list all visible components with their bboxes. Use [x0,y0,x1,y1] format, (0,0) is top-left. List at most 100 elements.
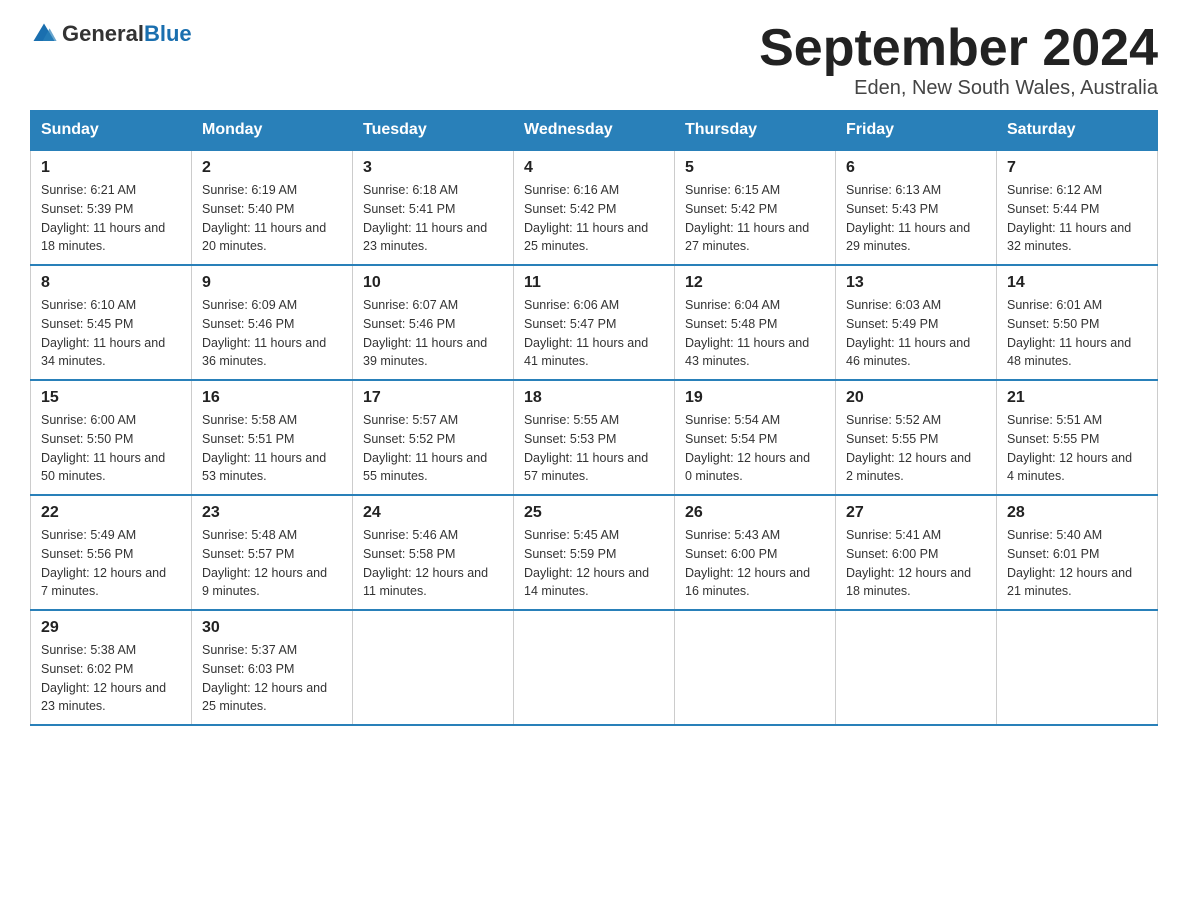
weekday-header-thursday: Thursday [675,111,836,151]
day-info: Sunrise: 6:09 AM Sunset: 5:46 PM Dayligh… [202,296,342,371]
day-number: 18 [524,389,664,407]
calendar-cell: 10 Sunrise: 6:07 AM Sunset: 5:46 PM Dayl… [353,265,514,380]
day-info: Sunrise: 6:21 AM Sunset: 5:39 PM Dayligh… [41,181,181,256]
day-info: Sunrise: 5:43 AM Sunset: 6:00 PM Dayligh… [685,526,825,601]
calendar-cell: 30 Sunrise: 5:37 AM Sunset: 6:03 PM Dayl… [192,610,353,725]
weekday-header-friday: Friday [836,111,997,151]
day-info: Sunrise: 5:41 AM Sunset: 6:00 PM Dayligh… [846,526,986,601]
title-block: September 2024 Eden, New South Wales, Au… [759,20,1158,100]
day-number: 6 [846,159,986,177]
day-number: 24 [363,504,503,522]
day-info: Sunrise: 6:06 AM Sunset: 5:47 PM Dayligh… [524,296,664,371]
day-number: 16 [202,389,342,407]
day-number: 5 [685,159,825,177]
day-number: 30 [202,619,342,637]
day-info: Sunrise: 5:40 AM Sunset: 6:01 PM Dayligh… [1007,526,1147,601]
day-info: Sunrise: 5:49 AM Sunset: 5:56 PM Dayligh… [41,526,181,601]
calendar-cell: 8 Sunrise: 6:10 AM Sunset: 5:45 PM Dayli… [31,265,192,380]
day-number: 25 [524,504,664,522]
day-info: Sunrise: 5:57 AM Sunset: 5:52 PM Dayligh… [363,411,503,486]
calendar-cell: 1 Sunrise: 6:21 AM Sunset: 5:39 PM Dayli… [31,150,192,265]
day-number: 14 [1007,274,1147,292]
day-info: Sunrise: 5:58 AM Sunset: 5:51 PM Dayligh… [202,411,342,486]
day-number: 17 [363,389,503,407]
calendar-cell: 23 Sunrise: 5:48 AM Sunset: 5:57 PM Dayl… [192,495,353,610]
calendar-cell: 25 Sunrise: 5:45 AM Sunset: 5:59 PM Dayl… [514,495,675,610]
day-info: Sunrise: 5:55 AM Sunset: 5:53 PM Dayligh… [524,411,664,486]
day-number: 8 [41,274,181,292]
calendar-cell: 22 Sunrise: 5:49 AM Sunset: 5:56 PM Dayl… [31,495,192,610]
day-info: Sunrise: 5:45 AM Sunset: 5:59 PM Dayligh… [524,526,664,601]
day-info: Sunrise: 6:03 AM Sunset: 5:49 PM Dayligh… [846,296,986,371]
calendar-cell: 28 Sunrise: 5:40 AM Sunset: 6:01 PM Dayl… [997,495,1158,610]
day-info: Sunrise: 6:16 AM Sunset: 5:42 PM Dayligh… [524,181,664,256]
day-info: Sunrise: 6:18 AM Sunset: 5:41 PM Dayligh… [363,181,503,256]
day-number: 29 [41,619,181,637]
day-info: Sunrise: 5:48 AM Sunset: 5:57 PM Dayligh… [202,526,342,601]
location-title: Eden, New South Wales, Australia [759,77,1158,100]
calendar-cell: 2 Sunrise: 6:19 AM Sunset: 5:40 PM Dayli… [192,150,353,265]
calendar-cell: 29 Sunrise: 5:38 AM Sunset: 6:02 PM Dayl… [31,610,192,725]
day-number: 27 [846,504,986,522]
logo-icon [30,20,58,48]
day-number: 21 [1007,389,1147,407]
day-number: 12 [685,274,825,292]
day-info: Sunrise: 6:13 AM Sunset: 5:43 PM Dayligh… [846,181,986,256]
day-info: Sunrise: 5:46 AM Sunset: 5:58 PM Dayligh… [363,526,503,601]
day-number: 10 [363,274,503,292]
day-number: 3 [363,159,503,177]
calendar-cell: 15 Sunrise: 6:00 AM Sunset: 5:50 PM Dayl… [31,380,192,495]
calendar-table: SundayMondayTuesdayWednesdayThursdayFrid… [30,110,1158,726]
calendar-cell: 9 Sunrise: 6:09 AM Sunset: 5:46 PM Dayli… [192,265,353,380]
calendar-cell [353,610,514,725]
day-number: 2 [202,159,342,177]
calendar-cell: 12 Sunrise: 6:04 AM Sunset: 5:48 PM Dayl… [675,265,836,380]
day-info: Sunrise: 6:10 AM Sunset: 5:45 PM Dayligh… [41,296,181,371]
calendar-cell: 5 Sunrise: 6:15 AM Sunset: 5:42 PM Dayli… [675,150,836,265]
weekday-header-sunday: Sunday [31,111,192,151]
logo-text-blue: Blue [144,21,192,46]
calendar-cell [514,610,675,725]
weekday-header-row: SundayMondayTuesdayWednesdayThursdayFrid… [31,111,1158,151]
logo-text-general: General [62,21,144,46]
day-info: Sunrise: 5:54 AM Sunset: 5:54 PM Dayligh… [685,411,825,486]
calendar-cell: 18 Sunrise: 5:55 AM Sunset: 5:53 PM Dayl… [514,380,675,495]
calendar-week-row: 8 Sunrise: 6:10 AM Sunset: 5:45 PM Dayli… [31,265,1158,380]
page-header: GeneralBlue September 2024 Eden, New Sou… [30,20,1158,100]
calendar-cell [997,610,1158,725]
day-info: Sunrise: 6:12 AM Sunset: 5:44 PM Dayligh… [1007,181,1147,256]
calendar-cell: 20 Sunrise: 5:52 AM Sunset: 5:55 PM Dayl… [836,380,997,495]
calendar-cell: 4 Sunrise: 6:16 AM Sunset: 5:42 PM Dayli… [514,150,675,265]
day-number: 20 [846,389,986,407]
day-info: Sunrise: 5:52 AM Sunset: 5:55 PM Dayligh… [846,411,986,486]
day-number: 23 [202,504,342,522]
day-number: 28 [1007,504,1147,522]
logo: GeneralBlue [30,20,192,48]
calendar-cell [836,610,997,725]
calendar-week-row: 1 Sunrise: 6:21 AM Sunset: 5:39 PM Dayli… [31,150,1158,265]
calendar-cell: 24 Sunrise: 5:46 AM Sunset: 5:58 PM Dayl… [353,495,514,610]
day-info: Sunrise: 6:00 AM Sunset: 5:50 PM Dayligh… [41,411,181,486]
day-number: 1 [41,159,181,177]
calendar-cell: 19 Sunrise: 5:54 AM Sunset: 5:54 PM Dayl… [675,380,836,495]
day-number: 9 [202,274,342,292]
weekday-header-tuesday: Tuesday [353,111,514,151]
calendar-cell: 11 Sunrise: 6:06 AM Sunset: 5:47 PM Dayl… [514,265,675,380]
calendar-week-row: 15 Sunrise: 6:00 AM Sunset: 5:50 PM Dayl… [31,380,1158,495]
calendar-cell: 17 Sunrise: 5:57 AM Sunset: 5:52 PM Dayl… [353,380,514,495]
day-info: Sunrise: 6:15 AM Sunset: 5:42 PM Dayligh… [685,181,825,256]
day-number: 4 [524,159,664,177]
calendar-cell: 14 Sunrise: 6:01 AM Sunset: 5:50 PM Dayl… [997,265,1158,380]
calendar-cell: 7 Sunrise: 6:12 AM Sunset: 5:44 PM Dayli… [997,150,1158,265]
day-info: Sunrise: 6:04 AM Sunset: 5:48 PM Dayligh… [685,296,825,371]
calendar-cell: 21 Sunrise: 5:51 AM Sunset: 5:55 PM Dayl… [997,380,1158,495]
calendar-cell: 13 Sunrise: 6:03 AM Sunset: 5:49 PM Dayl… [836,265,997,380]
calendar-cell: 26 Sunrise: 5:43 AM Sunset: 6:00 PM Dayl… [675,495,836,610]
weekday-header-wednesday: Wednesday [514,111,675,151]
day-info: Sunrise: 6:01 AM Sunset: 5:50 PM Dayligh… [1007,296,1147,371]
day-number: 22 [41,504,181,522]
calendar-cell: 6 Sunrise: 6:13 AM Sunset: 5:43 PM Dayli… [836,150,997,265]
day-number: 19 [685,389,825,407]
month-title: September 2024 [759,20,1158,77]
day-info: Sunrise: 6:07 AM Sunset: 5:46 PM Dayligh… [363,296,503,371]
